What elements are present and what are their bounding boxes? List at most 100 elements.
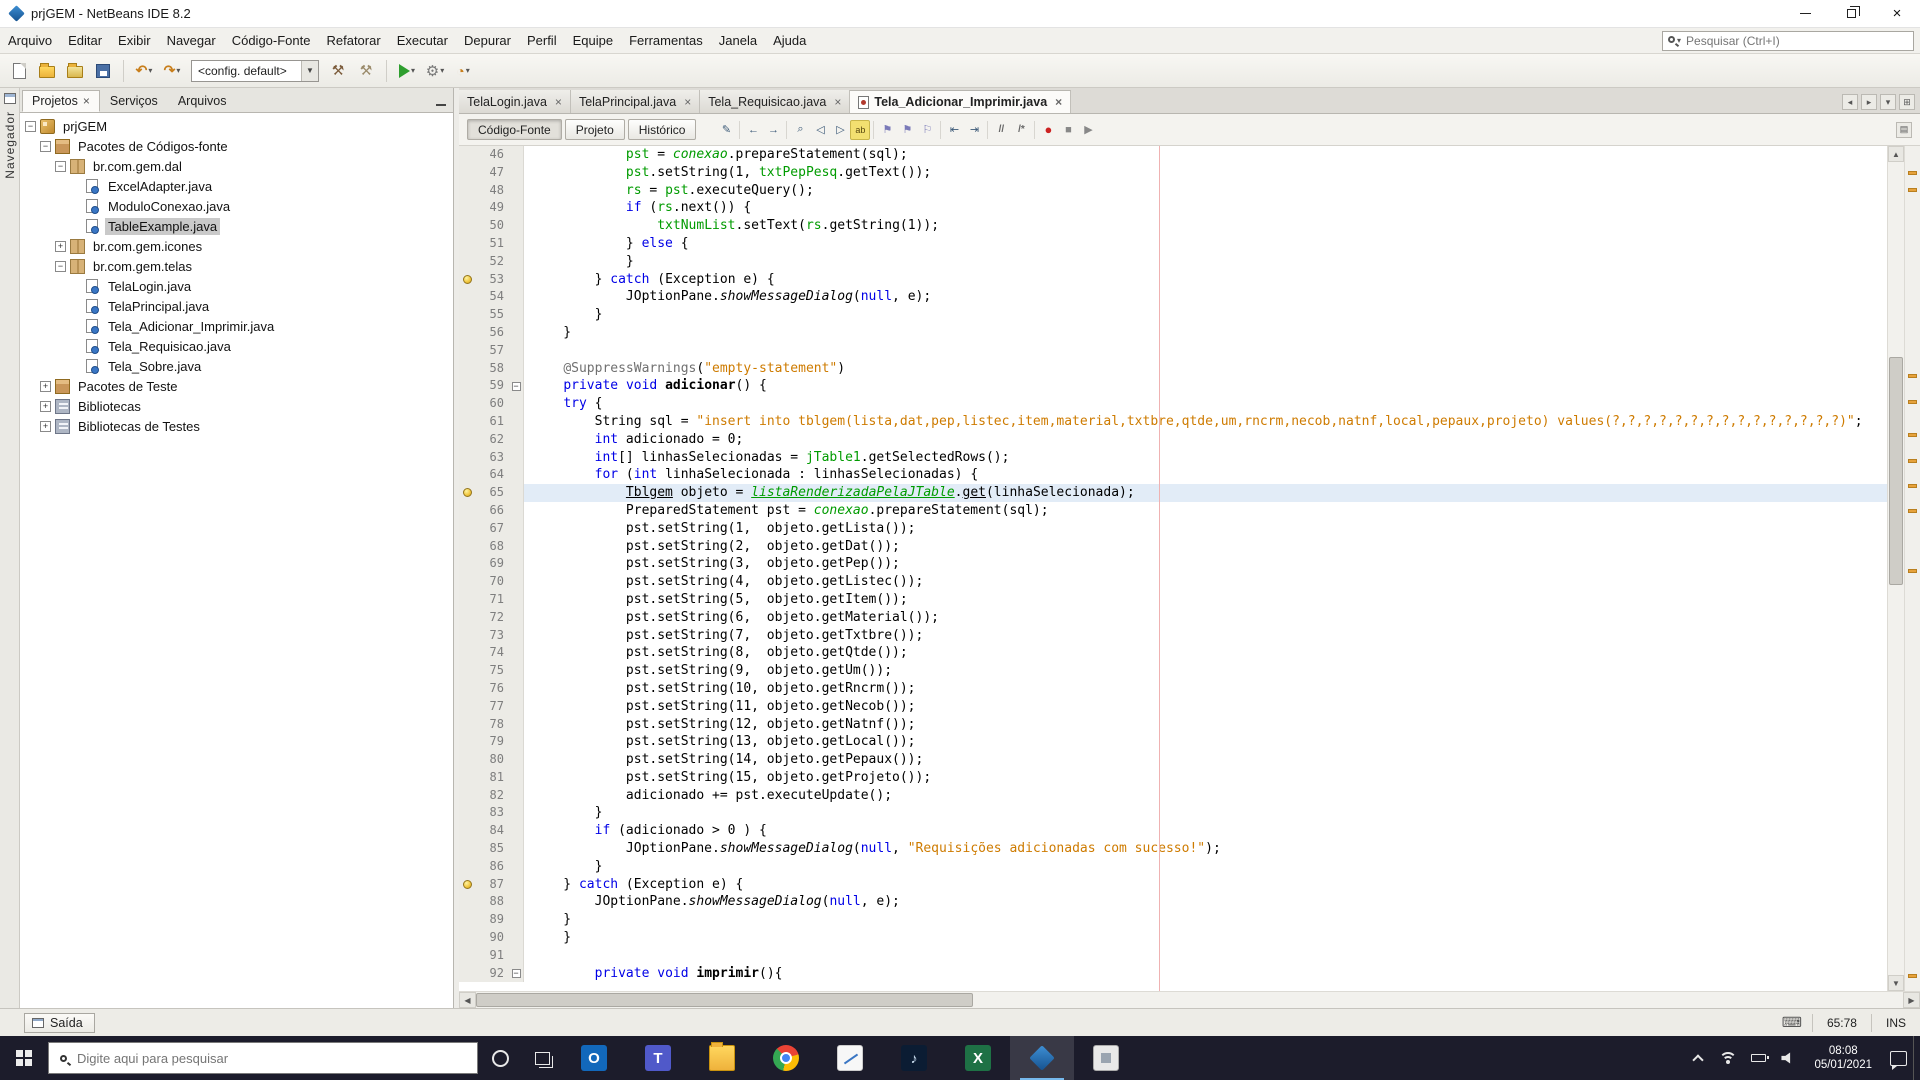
code-line-61[interactable]: 61 String sql = "insert into tblgem(list… <box>459 412 1887 431</box>
menu-c-digo-fonte[interactable]: Código-Fonte <box>224 28 319 53</box>
line-number[interactable]: 76 <box>477 679 509 698</box>
line-number[interactable]: 89 <box>477 911 509 930</box>
menu-navegar[interactable]: Navegar <box>159 28 224 53</box>
code-line-54[interactable]: 54 JOptionPane.showMessageDialog(null, e… <box>459 288 1887 307</box>
code-line-53[interactable]: 53 } catch (Exception e) { <box>459 270 1887 289</box>
code-editor[interactable]: 46 pst = conexao.prepareStatement(sql); 4… <box>459 146 1887 991</box>
editor-tab-tela-adicionar-imprimir-java[interactable]: Tela_Adicionar_Imprimir.java × <box>850 90 1072 113</box>
menu-ferramentas[interactable]: Ferramentas <box>621 28 711 53</box>
show-desktop-button[interactable] <box>1913 1036 1920 1080</box>
code-line-66[interactable]: 66 PreparedStatement pst = conexao.prepa… <box>459 501 1887 520</box>
run-project-button[interactable]: ▾ <box>394 58 420 84</box>
line-number[interactable]: 88 <box>477 893 509 912</box>
vertical-scrollbar[interactable]: ▲ ▼ <box>1887 146 1904 991</box>
line-number[interactable]: 90 <box>477 929 509 947</box>
panel-tab-servi-os[interactable]: Serviços <box>100 90 168 112</box>
warning-mark[interactable] <box>1908 458 1917 463</box>
output-window-tab[interactable]: Saída <box>24 1012 95 1033</box>
warning-mark[interactable] <box>1908 188 1917 193</box>
taskbar-search-box[interactable] <box>48 1042 478 1074</box>
taskbar-app-excel[interactable]: X <box>946 1036 1010 1080</box>
menu-equipe[interactable]: Equipe <box>565 28 621 53</box>
line-number[interactable]: 78 <box>477 715 509 734</box>
code-line-56[interactable]: 56 } <box>459 323 1887 342</box>
warning-mark[interactable] <box>1908 374 1917 379</box>
collapse-handle[interactable]: − <box>55 160 66 172</box>
next-bookmark-icon[interactable]: ⚑ <box>897 120 917 140</box>
code-line-47[interactable]: 47 pst.setString(1, txtPepPesq.getText()… <box>459 163 1887 182</box>
close-icon[interactable]: × <box>555 95 562 109</box>
warning-bulb-icon[interactable] <box>463 879 472 889</box>
fold-collapse-handle[interactable]: − <box>511 381 521 391</box>
line-number[interactable]: 73 <box>477 626 509 645</box>
expand-handle[interactable]: + <box>40 420 51 432</box>
minimize-button[interactable] <box>1782 0 1828 27</box>
code-line-88[interactable]: 88 JOptionPane.showMessageDialog(null, e… <box>459 893 1887 912</box>
editor-tab-tela-requisicao-java[interactable]: Tela_Requisicao.java × <box>700 90 851 113</box>
debug-project-button[interactable]: ⚙ ▾ <box>422 58 448 84</box>
line-number[interactable]: 50 <box>477 217 509 235</box>
line-number[interactable]: 77 <box>477 697 509 716</box>
taskbar-search-input[interactable] <box>75 1049 466 1067</box>
tree-node-br-com-gem-dal[interactable]: − br.com.gem.dal <box>20 156 453 176</box>
taskbar-app-outlook[interactable]: O <box>562 1036 626 1080</box>
previous-bookmark-icon[interactable]: ⚑ <box>877 120 897 140</box>
line-number[interactable]: 47 <box>477 163 509 182</box>
code-line-82[interactable]: 82 adicionado += pst.executeUpdate(); <box>459 786 1887 805</box>
code-line-58[interactable]: 58 @SuppressWarnings("empty-statement") <box>459 359 1887 378</box>
scroll-down-icon[interactable]: ▼ <box>1888 975 1904 991</box>
code-line-74[interactable]: 74 pst.setString(8, objeto.getQtde()); <box>459 644 1887 663</box>
tree-node-prjgem[interactable]: − prjGEM <box>20 116 453 136</box>
last-edit-icon[interactable]: ✎ <box>716 120 736 140</box>
profile-project-button[interactable]: ◔ ▾ <box>450 58 476 84</box>
find-selection-icon[interactable]: ⌕ <box>790 120 810 140</box>
line-number[interactable]: 68 <box>477 537 509 556</box>
warning-mark[interactable] <box>1908 171 1917 176</box>
code-line-91[interactable]: 91 <box>459 946 1887 965</box>
keyboard-layout-icon[interactable]: ⌨ <box>1782 1014 1802 1031</box>
error-stripe[interactable] <box>1904 146 1920 991</box>
line-number[interactable]: 81 <box>477 768 509 787</box>
view-c-digo-fonte[interactable]: Código-Fonte <box>467 119 562 140</box>
line-number[interactable]: 85 <box>477 840 509 858</box>
warning-mark[interactable] <box>1908 399 1917 404</box>
code-line-87[interactable]: 87 } catch (Exception e) { <box>459 875 1887 894</box>
taskbar-app-netbeans[interactable] <box>1010 1036 1074 1080</box>
code-line-77[interactable]: 77 pst.setString(11, objeto.getNecob()); <box>459 697 1887 716</box>
stop-macro-icon[interactable]: ■ <box>1058 120 1078 140</box>
record-macro-icon[interactable]: ● <box>1038 120 1058 140</box>
fold-collapse-handle[interactable]: − <box>511 969 521 979</box>
close-icon[interactable]: × <box>684 95 691 109</box>
line-number[interactable]: 80 <box>477 751 509 769</box>
tree-node-bibliotecas-de-testes[interactable]: + Bibliotecas de Testes <box>20 416 453 436</box>
menu-ajuda[interactable]: Ajuda <box>765 28 814 53</box>
network-status[interactable] <box>1713 1036 1743 1080</box>
clean-build-button[interactable]: ⚒ <box>353 58 379 84</box>
line-number[interactable]: 79 <box>477 733 509 752</box>
line-number[interactable]: 87 <box>477 875 509 894</box>
code-line-57[interactable]: 57 <box>459 341 1887 360</box>
expand-handle[interactable]: + <box>55 240 66 252</box>
new-file-button[interactable] <box>6 58 32 84</box>
redo-button[interactable]: ↷ ▾ <box>159 58 185 84</box>
tree-node-exceladapter-java[interactable]: ExcelAdapter.java <box>20 176 453 196</box>
code-line-60[interactable]: 60 try { <box>459 395 1887 413</box>
menu-executar[interactable]: Executar <box>389 28 456 53</box>
menu-editar[interactable]: Editar <box>60 28 110 53</box>
code-line-52[interactable]: 52 } <box>459 252 1887 271</box>
line-number[interactable]: 55 <box>477 306 509 324</box>
tree-node-tela-adicionar-imprimir-java[interactable]: Tela_Adicionar_Imprimir.java <box>20 316 453 336</box>
code-line-63[interactable]: 63 int[] linhasSelecionadas = jTable1.ge… <box>459 448 1887 467</box>
code-line-90[interactable]: 90 } <box>459 929 1887 947</box>
line-number[interactable]: 51 <box>477 234 509 253</box>
code-line-55[interactable]: 55 } <box>459 306 1887 324</box>
line-number[interactable]: 66 <box>477 501 509 520</box>
code-line-83[interactable]: 83 } <box>459 804 1887 823</box>
collapse-handle[interactable]: − <box>25 120 36 132</box>
close-icon[interactable]: × <box>834 95 841 109</box>
task-view-button[interactable] <box>522 1036 562 1080</box>
code-line-50[interactable]: 50 txtNumList.setText(rs.getString(1)); <box>459 217 1887 235</box>
code-line-73[interactable]: 73 pst.setString(7, objeto.getTxtbre()); <box>459 626 1887 645</box>
code-line-71[interactable]: 71 pst.setString(5, objeto.getItem()); <box>459 590 1887 609</box>
line-number[interactable]: 92 <box>477 964 509 983</box>
